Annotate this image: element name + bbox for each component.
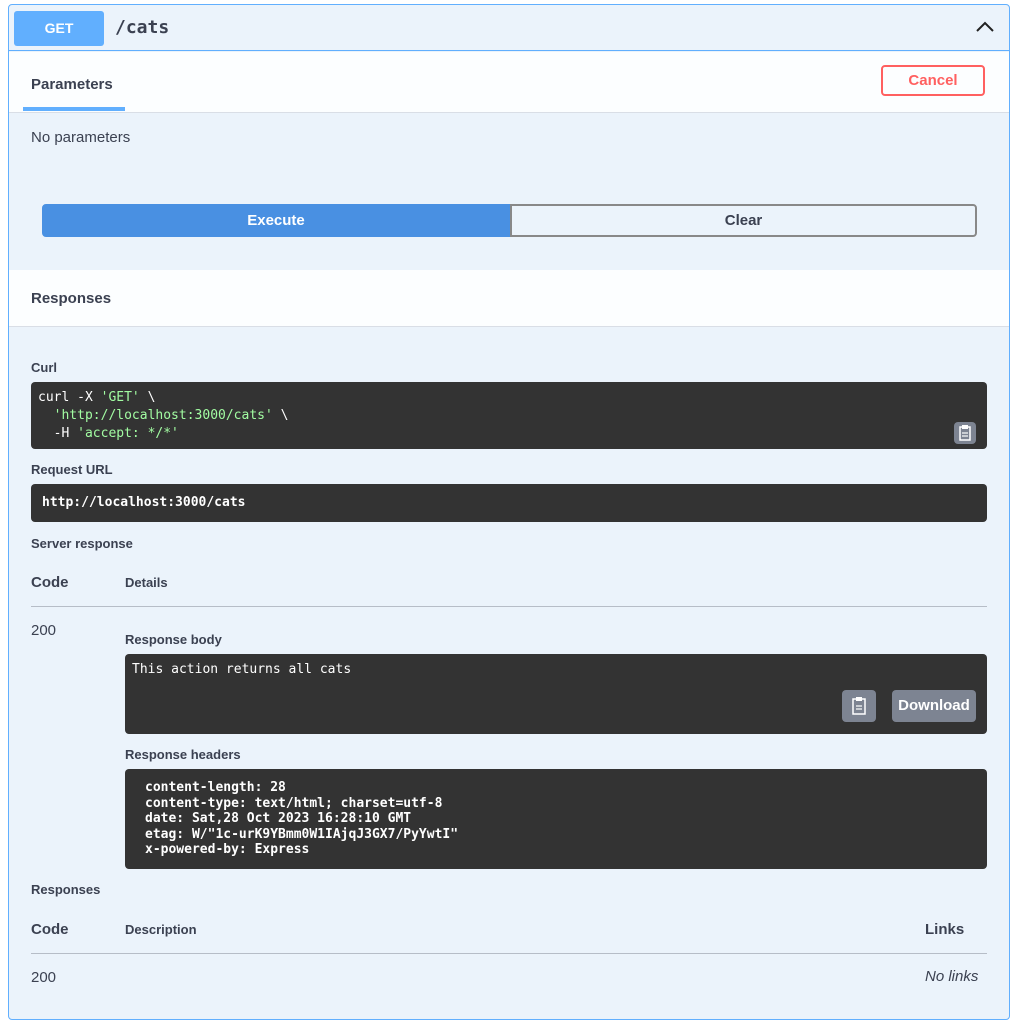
documented-response-code: 200 [31, 969, 57, 986]
response-header-line: x-powered-by: Express [145, 842, 310, 858]
clipboard-icon[interactable] [954, 422, 976, 444]
curl-header-flag: -H [53, 426, 78, 441]
table-divider [31, 953, 987, 954]
documented-responses-label: Responses [31, 882, 101, 897]
clipboard-icon[interactable] [842, 690, 876, 722]
operation-summary[interactable]: GET /cats [9, 5, 1009, 51]
clear-button[interactable]: Clear [510, 204, 977, 237]
endpoint-path: /cats [115, 17, 170, 38]
execute-button[interactable]: Execute [42, 204, 510, 237]
response-headers-label: Response headers [125, 747, 241, 762]
parameters-header: Parameters Cancel [9, 52, 1009, 113]
response-body-label: Response body [125, 632, 222, 647]
curl-continuation: \ [139, 390, 156, 405]
responses-description-header: Description [125, 922, 197, 937]
curl-label: Curl [31, 360, 57, 375]
request-url-label: Request URL [31, 462, 113, 477]
response-header-line: date: Sat,28 Oct 2023 16:28:10 GMT [145, 811, 412, 827]
curl-continuation: \ [272, 408, 289, 423]
curl-header-value: 'accept: */*' [77, 426, 179, 441]
responses-links-header: Links [925, 921, 965, 938]
curl-text: curl -X [38, 390, 101, 405]
response-body-block[interactable]: This action returns all cats Download [125, 654, 987, 734]
responses-title: Responses [31, 290, 112, 307]
no-links-text: No links [925, 968, 979, 985]
response-header-line: content-type: text/html; charset=utf-8 [145, 795, 443, 811]
server-response-code-header: Code [31, 574, 69, 591]
response-header-line: content-length: 28 [145, 780, 286, 795]
tab-parameters[interactable]: Parameters [31, 76, 113, 93]
server-response-label: Server response [31, 536, 133, 551]
download-button[interactable]: Download [892, 690, 976, 722]
method-badge: GET [14, 11, 104, 46]
active-tab-indicator [23, 107, 125, 111]
responses-code-header: Code [31, 921, 69, 938]
curl-code-block[interactable]: curl -X 'GET' \ 'http://localhost:3000/c… [31, 382, 987, 449]
cancel-button[interactable]: Cancel [881, 65, 985, 96]
response-header-line: etag: W/"1c-urK9YBmm0W1IAjqJ3GX7/PyYwtI" [145, 826, 459, 842]
table-divider [31, 606, 987, 607]
no-parameters-text: No parameters [31, 129, 131, 146]
request-url-value[interactable]: http://localhost:3000/cats [31, 484, 987, 522]
operation-block: GET /cats Parameters Cancel No parameter… [8, 4, 1010, 1020]
curl-url: 'http://localhost:3000/cats' [53, 408, 273, 423]
response-headers-block[interactable]: content-length: 28 content-type: text/htm… [125, 769, 987, 869]
response-status-code: 200 [31, 622, 57, 639]
server-response-details-header: Details [125, 575, 168, 590]
responses-header: Responses [9, 270, 1009, 327]
curl-method: 'GET' [100, 390, 140, 405]
chevron-up-icon[interactable] [973, 15, 997, 39]
response-body-text: This action returns all cats [132, 662, 352, 677]
